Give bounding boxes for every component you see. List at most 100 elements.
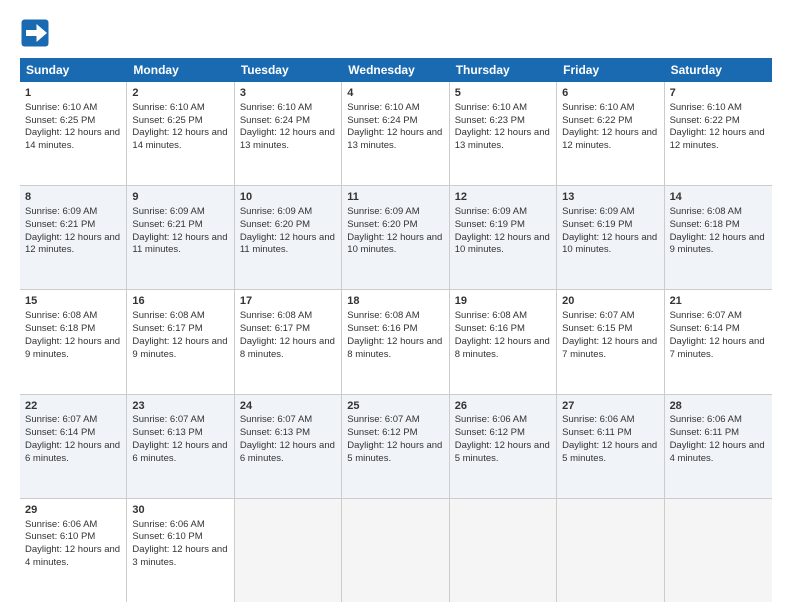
day-number: 25 bbox=[347, 399, 443, 414]
daylight-label: Daylight: 12 hours and 13 minutes. bbox=[347, 127, 442, 151]
sunrise-label: Sunrise: 6:08 AM bbox=[25, 310, 97, 321]
daylight-label: Daylight: 12 hours and 7 minutes. bbox=[562, 336, 657, 360]
day-number: 28 bbox=[670, 399, 767, 414]
day-number: 22 bbox=[25, 399, 121, 414]
sunrise-label: Sunrise: 6:06 AM bbox=[25, 519, 97, 530]
daylight-label: Daylight: 12 hours and 14 minutes. bbox=[132, 127, 227, 151]
day-number: 3 bbox=[240, 86, 336, 101]
sunset-label: Sunset: 6:13 PM bbox=[240, 427, 310, 438]
daylight-label: Daylight: 12 hours and 13 minutes. bbox=[455, 127, 550, 151]
day-number: 10 bbox=[240, 190, 336, 205]
daylight-label: Daylight: 12 hours and 6 minutes. bbox=[25, 440, 120, 464]
day-cell-23: 23 Sunrise: 6:07 AM Sunset: 6:13 PM Dayl… bbox=[127, 395, 234, 498]
sunset-label: Sunset: 6:19 PM bbox=[562, 219, 632, 230]
sunrise-label: Sunrise: 6:09 AM bbox=[455, 206, 527, 217]
sunset-label: Sunset: 6:12 PM bbox=[347, 427, 417, 438]
calendar-body: 1 Sunrise: 6:10 AM Sunset: 6:25 PM Dayli… bbox=[20, 82, 772, 602]
sunrise-label: Sunrise: 6:10 AM bbox=[347, 102, 419, 113]
daylight-label: Daylight: 12 hours and 11 minutes. bbox=[132, 232, 227, 256]
day-number: 20 bbox=[562, 294, 658, 309]
daylight-label: Daylight: 12 hours and 10 minutes. bbox=[562, 232, 657, 256]
sunset-label: Sunset: 6:19 PM bbox=[455, 219, 525, 230]
empty-cell bbox=[557, 499, 664, 602]
daylight-label: Daylight: 12 hours and 10 minutes. bbox=[347, 232, 442, 256]
day-number: 9 bbox=[132, 190, 228, 205]
day-cell-16: 16 Sunrise: 6:08 AM Sunset: 6:17 PM Dayl… bbox=[127, 290, 234, 393]
sunrise-label: Sunrise: 6:07 AM bbox=[562, 310, 634, 321]
daylight-label: Daylight: 12 hours and 6 minutes. bbox=[240, 440, 335, 464]
sunset-label: Sunset: 6:10 PM bbox=[132, 531, 202, 542]
day-number: 13 bbox=[562, 190, 658, 205]
day-number: 29 bbox=[25, 503, 121, 518]
day-cell-6: 6 Sunrise: 6:10 AM Sunset: 6:22 PM Dayli… bbox=[557, 82, 664, 185]
daylight-label: Daylight: 12 hours and 8 minutes. bbox=[455, 336, 550, 360]
sunset-label: Sunset: 6:17 PM bbox=[240, 323, 310, 334]
sunrise-label: Sunrise: 6:10 AM bbox=[240, 102, 312, 113]
sunrise-label: Sunrise: 6:06 AM bbox=[562, 414, 634, 425]
day-number: 16 bbox=[132, 294, 228, 309]
day-number: 8 bbox=[25, 190, 121, 205]
daylight-label: Daylight: 12 hours and 9 minutes. bbox=[25, 336, 120, 360]
empty-cell bbox=[342, 499, 449, 602]
calendar: SundayMondayTuesdayWednesdayThursdayFrid… bbox=[20, 58, 772, 602]
day-cell-26: 26 Sunrise: 6:06 AM Sunset: 6:12 PM Dayl… bbox=[450, 395, 557, 498]
daylight-label: Daylight: 12 hours and 9 minutes. bbox=[670, 232, 765, 256]
day-cell-4: 4 Sunrise: 6:10 AM Sunset: 6:24 PM Dayli… bbox=[342, 82, 449, 185]
sunset-label: Sunset: 6:24 PM bbox=[240, 115, 310, 126]
day-cell-3: 3 Sunrise: 6:10 AM Sunset: 6:24 PM Dayli… bbox=[235, 82, 342, 185]
sunset-label: Sunset: 6:23 PM bbox=[455, 115, 525, 126]
day-header-sunday: Sunday bbox=[20, 58, 127, 82]
sunrise-label: Sunrise: 6:06 AM bbox=[132, 519, 204, 530]
day-cell-30: 30 Sunrise: 6:06 AM Sunset: 6:10 PM Dayl… bbox=[127, 499, 234, 602]
sunrise-label: Sunrise: 6:06 AM bbox=[670, 414, 742, 425]
sunrise-label: Sunrise: 6:10 AM bbox=[670, 102, 742, 113]
sunrise-label: Sunrise: 6:10 AM bbox=[562, 102, 634, 113]
day-number: 2 bbox=[132, 86, 228, 101]
sunrise-label: Sunrise: 6:09 AM bbox=[562, 206, 634, 217]
header bbox=[20, 18, 772, 48]
day-cell-10: 10 Sunrise: 6:09 AM Sunset: 6:20 PM Dayl… bbox=[235, 186, 342, 289]
sunset-label: Sunset: 6:20 PM bbox=[347, 219, 417, 230]
sunset-label: Sunset: 6:15 PM bbox=[562, 323, 632, 334]
empty-cell bbox=[235, 499, 342, 602]
day-number: 30 bbox=[132, 503, 228, 518]
sunset-label: Sunset: 6:14 PM bbox=[25, 427, 95, 438]
day-cell-24: 24 Sunrise: 6:07 AM Sunset: 6:13 PM Dayl… bbox=[235, 395, 342, 498]
daylight-label: Daylight: 12 hours and 4 minutes. bbox=[25, 544, 120, 568]
daylight-label: Daylight: 12 hours and 8 minutes. bbox=[240, 336, 335, 360]
empty-cell bbox=[665, 499, 772, 602]
day-number: 12 bbox=[455, 190, 551, 205]
sunset-label: Sunset: 6:18 PM bbox=[670, 219, 740, 230]
sunrise-label: Sunrise: 6:09 AM bbox=[25, 206, 97, 217]
sunrise-label: Sunrise: 6:07 AM bbox=[132, 414, 204, 425]
day-number: 23 bbox=[132, 399, 228, 414]
calendar-week-4: 22 Sunrise: 6:07 AM Sunset: 6:14 PM Dayl… bbox=[20, 395, 772, 499]
sunset-label: Sunset: 6:16 PM bbox=[347, 323, 417, 334]
day-cell-14: 14 Sunrise: 6:08 AM Sunset: 6:18 PM Dayl… bbox=[665, 186, 772, 289]
daylight-label: Daylight: 12 hours and 7 minutes. bbox=[670, 336, 765, 360]
daylight-label: Daylight: 12 hours and 11 minutes. bbox=[240, 232, 335, 256]
day-number: 15 bbox=[25, 294, 121, 309]
page: SundayMondayTuesdayWednesdayThursdayFrid… bbox=[0, 0, 792, 612]
day-number: 5 bbox=[455, 86, 551, 101]
daylight-label: Daylight: 12 hours and 5 minutes. bbox=[562, 440, 657, 464]
logo bbox=[20, 18, 54, 48]
day-cell-13: 13 Sunrise: 6:09 AM Sunset: 6:19 PM Dayl… bbox=[557, 186, 664, 289]
day-cell-7: 7 Sunrise: 6:10 AM Sunset: 6:22 PM Dayli… bbox=[665, 82, 772, 185]
day-cell-18: 18 Sunrise: 6:08 AM Sunset: 6:16 PM Dayl… bbox=[342, 290, 449, 393]
day-number: 19 bbox=[455, 294, 551, 309]
sunset-label: Sunset: 6:12 PM bbox=[455, 427, 525, 438]
calendar-week-2: 8 Sunrise: 6:09 AM Sunset: 6:21 PM Dayli… bbox=[20, 186, 772, 290]
daylight-label: Daylight: 12 hours and 6 minutes. bbox=[132, 440, 227, 464]
day-cell-25: 25 Sunrise: 6:07 AM Sunset: 6:12 PM Dayl… bbox=[342, 395, 449, 498]
day-cell-19: 19 Sunrise: 6:08 AM Sunset: 6:16 PM Dayl… bbox=[450, 290, 557, 393]
daylight-label: Daylight: 12 hours and 14 minutes. bbox=[25, 127, 120, 151]
day-number: 27 bbox=[562, 399, 658, 414]
sunset-label: Sunset: 6:13 PM bbox=[132, 427, 202, 438]
sunrise-label: Sunrise: 6:08 AM bbox=[347, 310, 419, 321]
day-cell-8: 8 Sunrise: 6:09 AM Sunset: 6:21 PM Dayli… bbox=[20, 186, 127, 289]
sunrise-label: Sunrise: 6:07 AM bbox=[240, 414, 312, 425]
daylight-label: Daylight: 12 hours and 9 minutes. bbox=[132, 336, 227, 360]
sunset-label: Sunset: 6:25 PM bbox=[25, 115, 95, 126]
day-header-thursday: Thursday bbox=[450, 58, 557, 82]
